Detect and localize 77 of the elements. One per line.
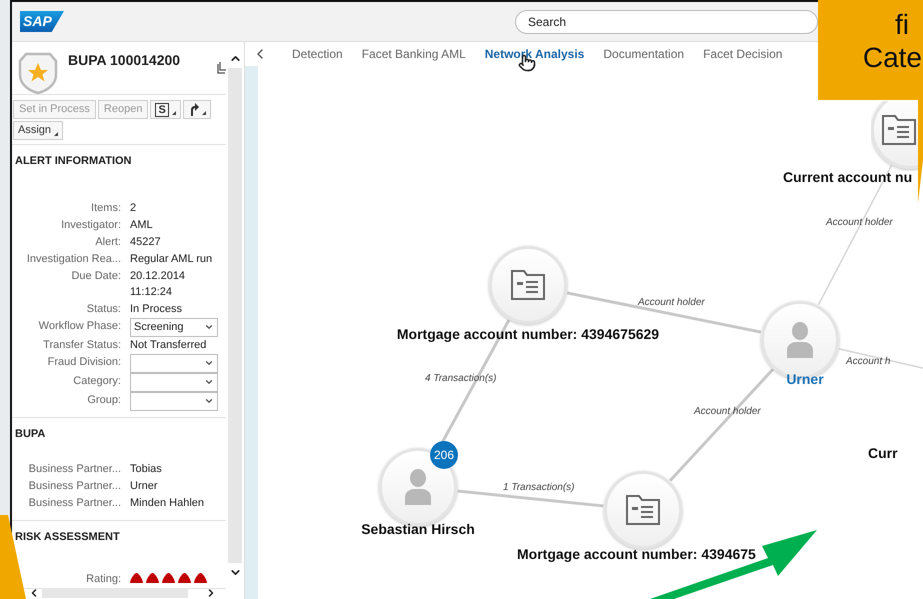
search-field[interactable]: Search — [515, 10, 818, 34]
rating-triangle-icon — [146, 572, 159, 582]
rating-triangle-icon — [178, 572, 191, 582]
dropdown-field[interactable] — [130, 354, 218, 372]
field-label: Fraud Division: — [46, 354, 121, 370]
callout-text: Cate — [862, 41, 922, 74]
count-badge: 206 — [430, 441, 458, 469]
menu-button[interactable]: Assign — [13, 121, 64, 140]
tab[interactable]: Documentation — [603, 45, 684, 63]
field-value: 2 — [130, 200, 138, 216]
field-label: Group: — [86, 392, 121, 408]
node-label[interactable]: Current account nu — [783, 167, 912, 188]
field-value: Tobias — [130, 462, 163, 477]
rating-triangle-icon — [162, 572, 175, 582]
field-label: Rating: — [85, 572, 121, 586]
field-label: Investigation Rea... — [26, 252, 121, 266]
node-label[interactable]: Sebastian Hirsch — [361, 519, 475, 540]
panel-title: BUPA 100014200 — [68, 51, 180, 70]
document-folder-icon — [626, 495, 660, 525]
edge-label: 4 Transaction(s) — [425, 372, 497, 386]
tab[interactable]: Facet Decision — [703, 45, 782, 63]
field-value: Minden Hahlen — [130, 496, 205, 511]
export-icon — [217, 62, 226, 74]
section-title: RISK ASSESSMENT — [14, 530, 121, 545]
field-label: Status: — [86, 302, 121, 316]
node-label[interactable]: Urner — [786, 369, 824, 390]
document-folder-icon — [882, 115, 916, 145]
tab[interactable]: Network Analysis — [484, 45, 584, 63]
dropdown-field[interactable] — [130, 392, 218, 410]
field-label: Business Partner... — [28, 496, 121, 511]
field-value: 11:12:24 — [130, 285, 174, 300]
person-silhouette-icon — [785, 322, 815, 358]
tab[interactable]: Facet Banking AML — [362, 45, 466, 63]
section-title: ALERT INFORMATION — [14, 154, 133, 169]
dropdown-field[interactable]: Screening — [130, 318, 218, 336]
edge-label: Account holder — [638, 296, 705, 310]
field-value: AML — [130, 218, 154, 232]
node-label[interactable]: Curr — [868, 443, 898, 464]
edge-label: Account h — [846, 355, 890, 369]
shield-star-icon — [18, 52, 58, 94]
field-value: 20.12.2014 — [130, 268, 186, 284]
person-silhouette-icon — [403, 469, 433, 505]
edge-label: Account holder — [826, 216, 893, 230]
section-title: BUPA — [14, 426, 46, 442]
field-label: Workflow Phase: — [38, 318, 121, 334]
horizontal-scrollbar[interactable] — [42, 588, 188, 598]
field-label: Investigator: — [60, 218, 121, 232]
node-label[interactable]: Mortgage account number: 4394675 — [517, 544, 756, 565]
field-value: In Process — [130, 302, 183, 316]
menu-button[interactable]: S — [150, 100, 181, 119]
edge-label: 1 Transaction(s) — [503, 481, 575, 495]
graph-node[interactable] — [871, 101, 918, 171]
field-label: Category: — [72, 374, 121, 388]
field-label: Business Partner... — [28, 462, 121, 477]
menu-button[interactable] — [182, 100, 211, 119]
field-label: Items: — [90, 200, 121, 216]
graph-node[interactable] — [604, 471, 682, 549]
document-folder-icon — [511, 270, 545, 300]
field-label: Due Date: — [70, 268, 121, 284]
field-label: Transfer Status: — [42, 338, 121, 352]
field-value: Regular AML run — [130, 252, 214, 266]
node-label[interactable]: Mortgage account number: 4394675629 — [396, 324, 660, 345]
caret-icon — [204, 322, 214, 332]
rating-triangle-icon — [194, 572, 207, 582]
tab[interactable]: Detection — [292, 45, 343, 63]
edge-label: Account holder — [694, 405, 761, 419]
dropdown-field[interactable] — [130, 372, 218, 392]
field-value: 45227 — [130, 234, 162, 250]
field-value: Not Transferred — [130, 338, 208, 352]
callout-text: fi — [895, 8, 909, 41]
field-label: Alert: — [94, 234, 121, 250]
rating-triangle-icon — [130, 572, 143, 582]
logo: SAP — [20, 11, 64, 32]
graph-node[interactable] — [489, 246, 567, 324]
field-value: Urner — [130, 479, 159, 494]
vertical-scrollbar[interactable] — [228, 68, 242, 563]
field-label: Business Partner... — [28, 479, 121, 494]
